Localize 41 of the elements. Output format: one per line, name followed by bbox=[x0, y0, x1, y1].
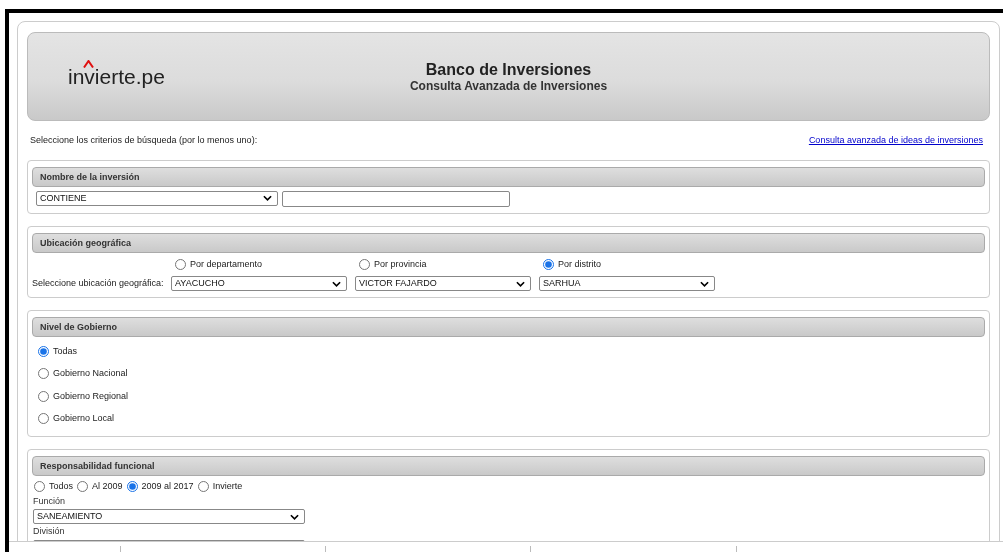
radio-button[interactable] bbox=[38, 345, 49, 357]
radio-label: Invierte bbox=[212, 480, 243, 493]
page-title: Banco de Inversiones bbox=[425, 60, 592, 79]
dropdown[interactable]: AYACUCHO bbox=[171, 276, 347, 291]
dropdown[interactable]: VICTOR FAJARDO bbox=[355, 276, 531, 291]
radio-label: Gobierno Local bbox=[53, 412, 115, 425]
page-subtitle: Consulta Avanzada de Inversiones bbox=[409, 79, 608, 94]
field-label: División bbox=[33, 525, 66, 538]
radio-label: Por provincia bbox=[374, 257, 427, 271]
radio-label: Por departamento bbox=[190, 257, 263, 271]
radio-button[interactable] bbox=[126, 481, 138, 493]
radio-label: Todas bbox=[53, 344, 78, 358]
field-label: Función bbox=[33, 494, 67, 508]
radio-label: 2009 al 2017 bbox=[141, 480, 194, 493]
radio-label: Gobierno Regional bbox=[53, 389, 129, 403]
logo: invierte.pe bbox=[68, 66, 165, 87]
dropdown[interactable]: SANEAMIENTO bbox=[33, 509, 305, 524]
dropdown[interactable]: CONTIENE bbox=[36, 190, 278, 206]
field-label: Seleccione ubicación geográfica: bbox=[32, 276, 164, 290]
instructions-text: Seleccione los criterios de búsqueda (por lo menos uno): bbox=[30, 134, 258, 147]
logo-caret-icon bbox=[83, 60, 94, 68]
radio-label: Por distrito bbox=[558, 257, 601, 271]
radio-button[interactable] bbox=[38, 390, 49, 402]
radio-button[interactable] bbox=[175, 258, 186, 270]
radio-button[interactable] bbox=[38, 368, 49, 380]
radio-button[interactable] bbox=[543, 258, 554, 270]
link[interactable]: Consulta avanzada de ideas de inversiones bbox=[808, 134, 983, 148]
radio-button[interactable] bbox=[38, 413, 49, 425]
radio-label: Gobierno Nacional bbox=[53, 367, 128, 380]
section-header: Nivel de Gobierno bbox=[32, 317, 985, 337]
section-header: Ubicación geográfica bbox=[32, 232, 985, 253]
section-header: Nombre de la inversión bbox=[32, 166, 985, 187]
radio-button[interactable] bbox=[359, 258, 370, 270]
text-field[interactable] bbox=[282, 190, 510, 207]
radio-button[interactable] bbox=[34, 481, 45, 493]
radio-button[interactable] bbox=[77, 481, 89, 493]
radio-label: Al 2009 bbox=[92, 480, 123, 493]
dropdown[interactable]: SARHUA bbox=[539, 276, 715, 291]
section-header: Responsabilidad funcional bbox=[32, 456, 985, 476]
radio-label: Todos bbox=[49, 480, 74, 493]
radio-button[interactable] bbox=[197, 481, 209, 493]
